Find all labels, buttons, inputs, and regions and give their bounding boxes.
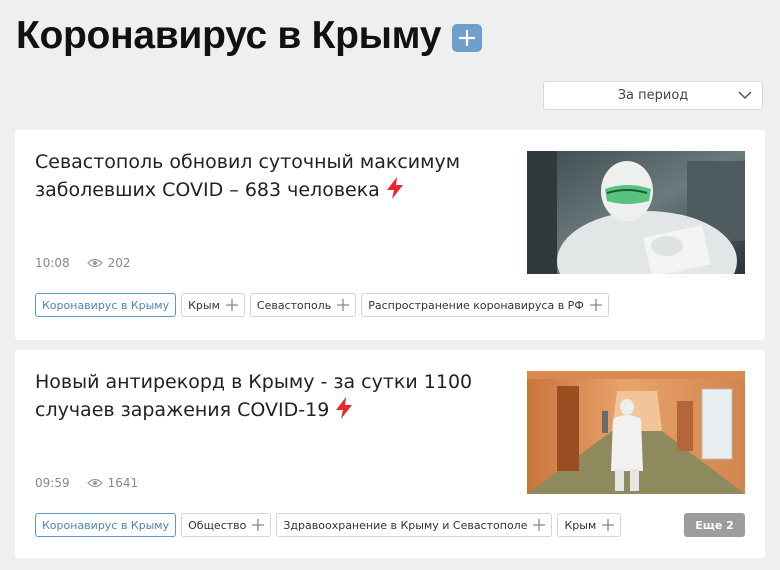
tag-label: Крым — [564, 518, 597, 532]
article-views-count: 1641 — [107, 476, 139, 490]
tag-zdravookhranenie[interactable]: Здравоохранение в Крыму и Севастополе — [276, 513, 553, 537]
article-time: 10:08 — [35, 256, 70, 270]
tag-koronavirus-v-krymu[interactable]: Коронавирус в Крыму — [35, 293, 177, 317]
hospital-corridor-photo — [527, 371, 745, 494]
tag-obshchestvo[interactable]: Общество — [181, 513, 272, 537]
article-title-text[interactable]: Новый антирекорд в Крыму - за сутки 1100… — [35, 371, 472, 421]
plus-icon[interactable] — [337, 299, 350, 311]
article-time: 09:59 — [35, 476, 70, 490]
tag-label: Здравоохранение в Крыму и Севастополе — [283, 518, 528, 532]
tag-label: Коронавирус в Крыму — [42, 298, 170, 312]
plus-icon[interactable] — [589, 299, 602, 311]
page-header: Коронавирус в Крыму — [16, 12, 483, 60]
article-card[interactable]: Новый антирекорд в Крыму - за сутки 1100… — [15, 350, 765, 558]
tag-rasprostranenie-koronavirusa[interactable]: Распространение коронавируса в РФ — [361, 293, 609, 317]
article-image[interactable] — [527, 151, 745, 274]
more-tags-button[interactable]: Еще 2 — [684, 513, 745, 537]
tag-koronavirus-v-krymu[interactable]: Коронавирус в Крыму — [35, 513, 177, 537]
tag-label: Севастополь — [256, 298, 332, 312]
subscribe-button[interactable] — [452, 24, 483, 52]
article-card[interactable]: Севастополь обновил суточный максимум за… — [15, 130, 765, 340]
lightning-icon — [386, 177, 403, 199]
lightning-icon — [336, 397, 353, 419]
article-meta: 09:59 1641 — [35, 476, 138, 490]
tag-label: Распространение коронавируса в РФ — [368, 298, 584, 312]
article-title[interactable]: Севастополь обновил суточный максимум за… — [35, 148, 485, 204]
eye-icon — [86, 258, 103, 268]
article-meta: 10:08 202 — [35, 256, 131, 270]
chevron-down-icon — [738, 91, 752, 100]
plus-icon[interactable] — [602, 519, 615, 531]
article-tags: Коронавирус в Крыму Крым Севастополь Рас… — [35, 293, 614, 317]
tag-sevastopol[interactable]: Севастополь — [249, 293, 357, 317]
tag-krym[interactable]: Крым — [557, 513, 622, 537]
article-views-count: 202 — [107, 256, 131, 270]
period-dropdown-label: За период — [617, 88, 689, 103]
doctor-in-protective-suit-photo — [527, 151, 745, 274]
plus-icon[interactable] — [252, 519, 265, 531]
article-tags: Коронавирус в Крыму Общество Здравоохран… — [35, 513, 626, 537]
article-views: 202 — [86, 256, 131, 270]
article-title[interactable]: Новый антирекорд в Крыму - за сутки 1100… — [35, 368, 485, 424]
article-image[interactable] — [527, 371, 745, 494]
plus-icon[interactable] — [533, 519, 546, 531]
tag-label: Общество — [188, 518, 247, 532]
period-dropdown[interactable]: За период — [543, 81, 763, 110]
plus-icon — [459, 30, 476, 46]
page-title: Коронавирус в Крыму — [16, 14, 442, 57]
eye-icon — [86, 478, 103, 488]
article-views: 1641 — [86, 476, 139, 490]
plus-icon[interactable] — [225, 299, 238, 311]
tag-label: Коронавирус в Крыму — [42, 518, 170, 532]
tag-krym[interactable]: Крым — [181, 293, 245, 317]
tag-label: Крым — [188, 298, 220, 312]
